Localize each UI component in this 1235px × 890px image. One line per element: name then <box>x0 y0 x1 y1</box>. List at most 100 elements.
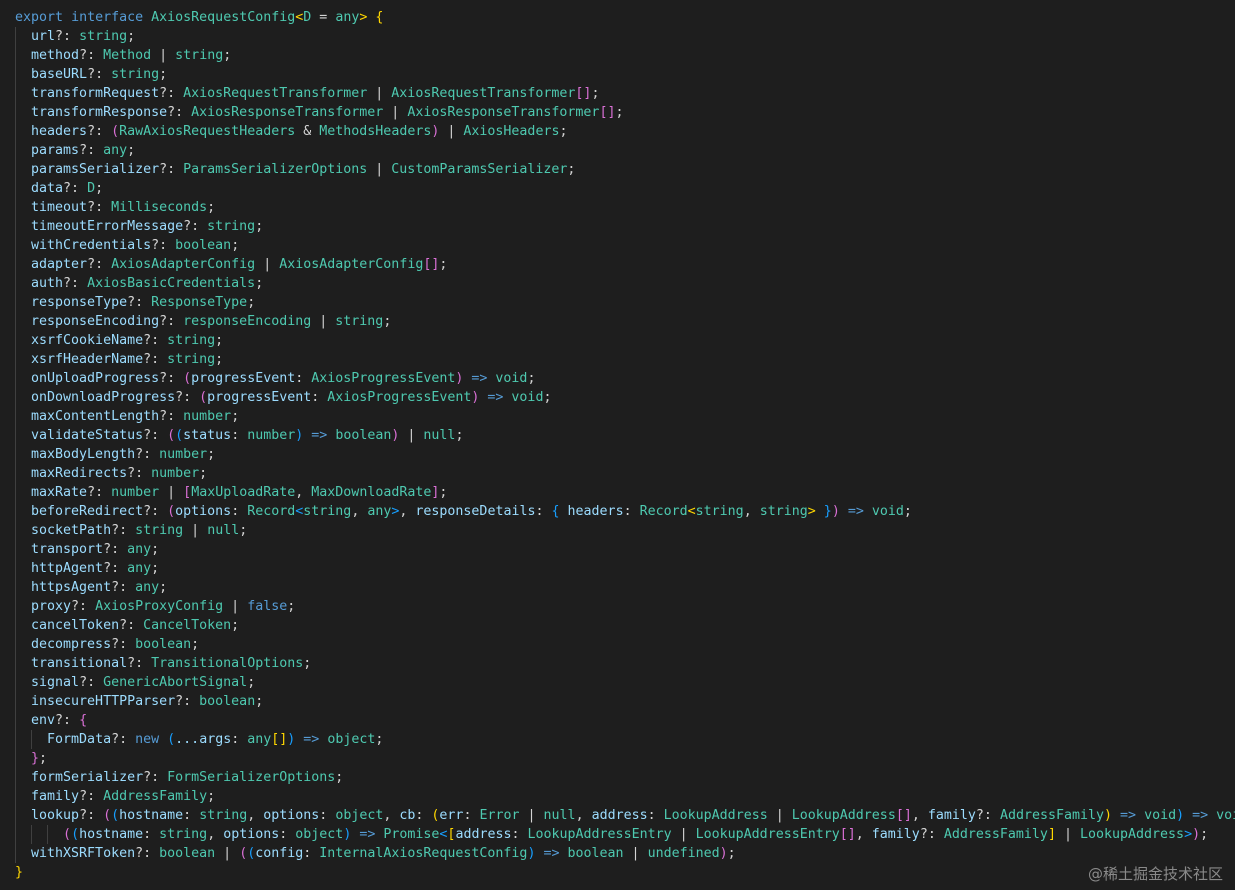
code-line[interactable]: baseURL?: string; <box>15 65 1235 84</box>
code-line[interactable]: onDownloadProgress?: (progressEvent: Axi… <box>15 388 1235 407</box>
code-line[interactable]: transitional?: TransitionalOptions; <box>15 654 1235 673</box>
indent-guide <box>15 673 16 692</box>
code-line[interactable]: transformResponse?: AxiosResponseTransfo… <box>15 103 1235 122</box>
code-line[interactable]: withCredentials?: boolean; <box>15 236 1235 255</box>
indent-guide <box>15 749 16 768</box>
code-line[interactable]: headers?: (RawAxiosRequestHeaders & Meth… <box>15 122 1235 141</box>
code-line[interactable]: family?: AddressFamily; <box>15 787 1235 806</box>
code-token: Record <box>639 504 688 519</box>
code-token: ; <box>191 637 200 652</box>
code-token: onUploadProgress <box>31 371 160 386</box>
code-line[interactable]: insecureHTTPParser?: boolean; <box>15 692 1235 711</box>
code-line[interactable]: paramsSerializer?: ParamsSerializerOptio… <box>15 160 1235 179</box>
code-line[interactable]: httpsAgent?: any; <box>15 578 1235 597</box>
code-line[interactable]: lookup?: ((hostname: string, options: ob… <box>15 806 1235 825</box>
code-line[interactable]: maxRedirects?: number; <box>15 464 1235 483</box>
code-line[interactable]: }; <box>15 749 1235 768</box>
code-line[interactable]: cancelToken?: CancelToken; <box>15 616 1235 635</box>
code-token: & <box>295 124 320 139</box>
code-line[interactable]: onUploadProgress?: (progressEvent: Axios… <box>15 369 1235 388</box>
code-token: => <box>1112 808 1145 823</box>
code-token: RawAxiosRequestHeaders <box>119 124 296 139</box>
code-token: AddressFamily <box>103 789 208 804</box>
code-token: ?: <box>63 276 88 291</box>
code-line[interactable]: maxRate?: number | [MaxUploadRate, MaxDo… <box>15 483 1235 502</box>
code-line[interactable]: export interface AxiosRequestConfig<D = … <box>15 8 1235 27</box>
code-token: maxRedirects <box>31 466 128 481</box>
code-token: ; <box>231 238 240 253</box>
code-token: AxiosAdapterConfig <box>279 257 424 272</box>
code-line[interactable]: withXSRFToken?: boolean | ((config: Inte… <box>15 844 1235 863</box>
code-token: number <box>247 428 296 443</box>
code-line[interactable]: transformRequest?: AxiosRequestTransform… <box>15 84 1235 103</box>
code-line[interactable]: timeoutErrorMessage?: string; <box>15 217 1235 236</box>
code-token: ) <box>719 846 728 861</box>
code-token: AxiosResponseTransformer <box>407 105 600 120</box>
code-line[interactable]: } <box>15 863 1235 882</box>
code-line[interactable]: decompress?: boolean; <box>15 635 1235 654</box>
code-line[interactable]: FormData?: new (...args: any[]) => objec… <box>15 730 1235 749</box>
code-token: number <box>183 409 232 424</box>
code-line[interactable]: responseType?: ResponseType; <box>15 293 1235 312</box>
code-line[interactable]: httpAgent?: any; <box>15 559 1235 578</box>
code-line[interactable]: transport?: any; <box>15 540 1235 559</box>
code-token: ; <box>615 105 624 120</box>
code-token: progressEvent <box>191 371 296 386</box>
code-line[interactable]: adapter?: AxiosAdapterConfig | AxiosAdap… <box>15 255 1235 274</box>
code-token: ...args <box>175 732 232 747</box>
code-line[interactable]: timeout?: Milliseconds; <box>15 198 1235 217</box>
code-token: => <box>295 732 328 747</box>
code-token: ?: <box>87 124 112 139</box>
code-token: ?: <box>87 485 112 500</box>
code-editor[interactable]: export interface AxiosRequestConfig<D = … <box>15 8 1235 882</box>
code-token: ResponseType <box>151 295 248 310</box>
code-token: ?: <box>151 238 176 253</box>
code-token: ( <box>111 124 120 139</box>
code-token: transformResponse <box>31 105 168 120</box>
code-line[interactable]: maxContentLength?: number; <box>15 407 1235 426</box>
code-line[interactable]: url?: string; <box>15 27 1235 46</box>
code-token: xsrfHeaderName <box>31 352 144 367</box>
code-token: ?: <box>87 67 112 82</box>
code-line[interactable]: signal?: GenericAbortSignal; <box>15 673 1235 692</box>
code-line[interactable]: formSerializer?: FormSerializerOptions; <box>15 768 1235 787</box>
code-line[interactable]: xsrfHeaderName?: string; <box>15 350 1235 369</box>
code-token: FormSerializerOptions <box>167 770 336 785</box>
code-line[interactable]: xsrfCookieName?: string; <box>15 331 1235 350</box>
code-token: ; <box>303 656 312 671</box>
indent-guide <box>47 825 49 844</box>
code-token: | <box>439 124 464 139</box>
code-token: false <box>247 599 288 614</box>
code-line[interactable]: socketPath?: string | null; <box>15 521 1235 540</box>
code-token: httpAgent <box>31 561 104 576</box>
code-token: ; <box>215 352 224 367</box>
code-line[interactable]: ((hostname: string, options: object) => … <box>15 825 1235 844</box>
code-line[interactable]: beforeRedirect?: (options: Record<string… <box>15 502 1235 521</box>
code-line[interactable]: maxBodyLength?: number; <box>15 445 1235 464</box>
code-line[interactable]: proxy?: AxiosProxyConfig | false; <box>15 597 1235 616</box>
code-line[interactable]: auth?: AxiosBasicCredentials; <box>15 274 1235 293</box>
code-line[interactable]: responseEncoding?: responseEncoding | st… <box>15 312 1235 331</box>
code-line[interactable]: env?: { <box>15 711 1235 730</box>
code-token: | <box>255 257 280 272</box>
code-token: ?: <box>55 29 80 44</box>
code-token: | <box>367 162 392 177</box>
indent-guide <box>15 331 16 350</box>
indent-guide <box>15 787 16 806</box>
code-line[interactable]: params?: any; <box>15 141 1235 160</box>
code-line[interactable]: validateStatus?: ((status: number) => bo… <box>15 426 1235 445</box>
code-token: ?: <box>143 333 168 348</box>
code-token: ; <box>239 523 248 538</box>
code-token: string <box>303 504 352 519</box>
code-line[interactable]: data?: D; <box>15 179 1235 198</box>
code-token: AxiosProgressEvent <box>327 390 472 405</box>
code-line[interactable]: method?: Method | string; <box>15 46 1235 65</box>
code-token: ; <box>255 694 264 709</box>
code-token: object <box>327 732 376 747</box>
